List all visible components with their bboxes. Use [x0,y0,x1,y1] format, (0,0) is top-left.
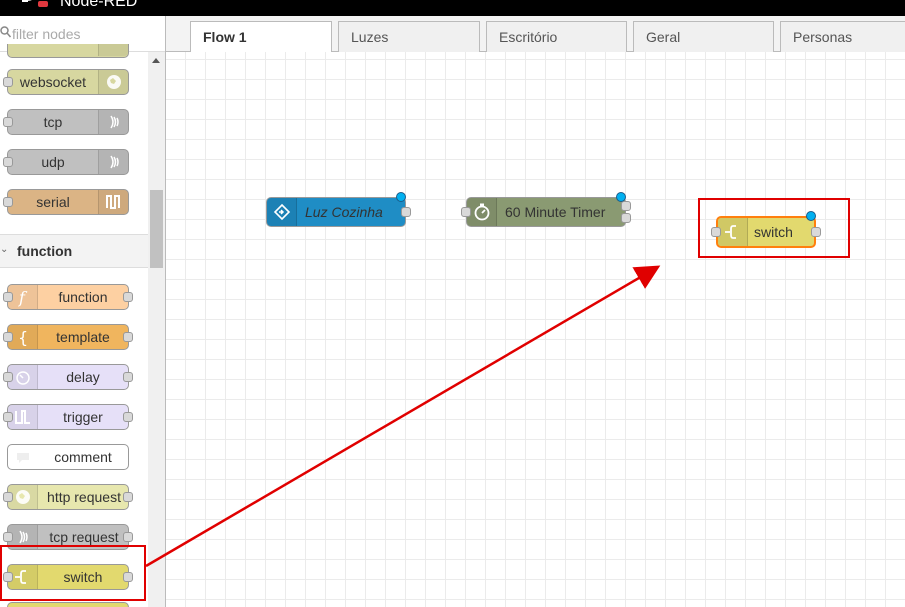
tab-geral[interactable]: Geral [633,21,774,52]
tab-personas[interactable]: Personas [780,21,905,52]
input-port[interactable] [3,117,13,127]
svg-text:{: { [18,328,28,347]
input-port[interactable] [3,292,13,302]
node-red-logo-icon [22,0,48,7]
palette-node-udp[interactable]: udp [3,149,129,175]
palette-node-delay[interactable]: delay [3,364,133,390]
status-indicator [616,192,626,202]
palette-node-function[interactable]: f function [3,284,133,310]
palette-node-label: tcp [43,114,63,130]
palette-node-label: comment [54,449,112,465]
highlight-box-canvas-switch [698,198,850,258]
palette-node-label: websocket [19,74,87,90]
comment-icon [8,445,38,469]
palette-node-websocket[interactable]: websocket [3,69,129,95]
input-port[interactable] [3,372,13,382]
input-port[interactable] [3,332,13,342]
palette-node-template[interactable]: { template [3,324,133,350]
output-port[interactable] [123,532,133,542]
status-indicator [396,192,406,202]
palette-node-serial[interactable]: serial [3,189,129,215]
app-header: Node-RED [0,0,905,16]
globe-icon [98,44,128,56]
output-port[interactable] [621,213,631,223]
tab-escritorio[interactable]: Escritório [486,21,627,52]
palette-node-label: http request [47,489,121,505]
input-port[interactable] [3,77,13,87]
palette-node-label: delay [66,369,100,385]
flow-node-luz-cozinha[interactable]: Luz Cozinha [266,192,411,227]
output-port[interactable] [123,412,133,422]
palette-node-tcp[interactable]: tcp [3,109,129,135]
app-title: Node-RED [60,0,138,10]
palette-scrollbar[interactable] [148,52,165,607]
output-port[interactable] [123,372,133,382]
palette-node-partial[interactable] [7,44,129,58]
tab-luzes[interactable]: Luzes [338,21,480,52]
input-port[interactable] [3,492,13,502]
palette-node-comment[interactable]: comment [7,444,129,470]
search-icon [0,26,12,38]
node-red-app: Node-RED websocket tcp [0,0,905,607]
home-icon [267,198,297,226]
stopwatch-icon [467,198,497,226]
palette-node-label: function [58,289,108,305]
palette-node-label: udp [41,154,65,170]
bridge-icon [98,110,128,134]
output-port[interactable] [401,207,411,217]
input-port[interactable] [3,532,13,542]
bridge-icon [98,150,128,174]
palette-node-partial[interactable] [7,602,129,607]
category-function[interactable]: ⌄ function [0,234,148,268]
palette-node-label: serial [36,194,70,210]
output-port[interactable] [621,201,631,211]
input-port[interactable] [461,207,471,217]
output-port[interactable] [123,492,133,502]
input-port[interactable] [3,412,13,422]
input-port[interactable] [3,157,13,167]
category-label: function [17,243,73,259]
palette-node-http-request[interactable]: http request [3,484,133,510]
tab-flow-1[interactable]: Flow 1 [190,21,332,53]
output-port[interactable] [123,332,133,342]
filter-nodes-input[interactable] [12,24,160,44]
globe-icon [98,70,128,94]
palette-node-label: trigger [63,409,103,425]
palette-node-trigger[interactable]: trigger [3,404,133,430]
flow-canvas[interactable]: Luz Cozinha 60 Minute Timer switch [166,52,905,607]
chevron-down-icon: ⌄ [0,244,9,255]
input-port[interactable] [3,197,13,207]
flow-node-label: 60 Minute Timer [505,204,606,220]
node-palette: websocket tcp udp serial [0,16,166,607]
scroll-up-icon[interactable] [152,58,160,63]
highlight-box-palette-switch [0,545,146,601]
output-port[interactable] [123,292,133,302]
palette-node-label: template [56,329,110,345]
workspace-tabs: Flow 1 Luzes Escritório Geral Personas [166,16,905,53]
serial-icon [98,190,128,214]
flow-node-60-minute-timer[interactable]: 60 Minute Timer [461,192,631,227]
flow-node-label: Luz Cozinha [305,204,383,220]
svg-text:f: f [18,288,28,307]
scrollbar-thumb[interactable] [150,190,163,268]
